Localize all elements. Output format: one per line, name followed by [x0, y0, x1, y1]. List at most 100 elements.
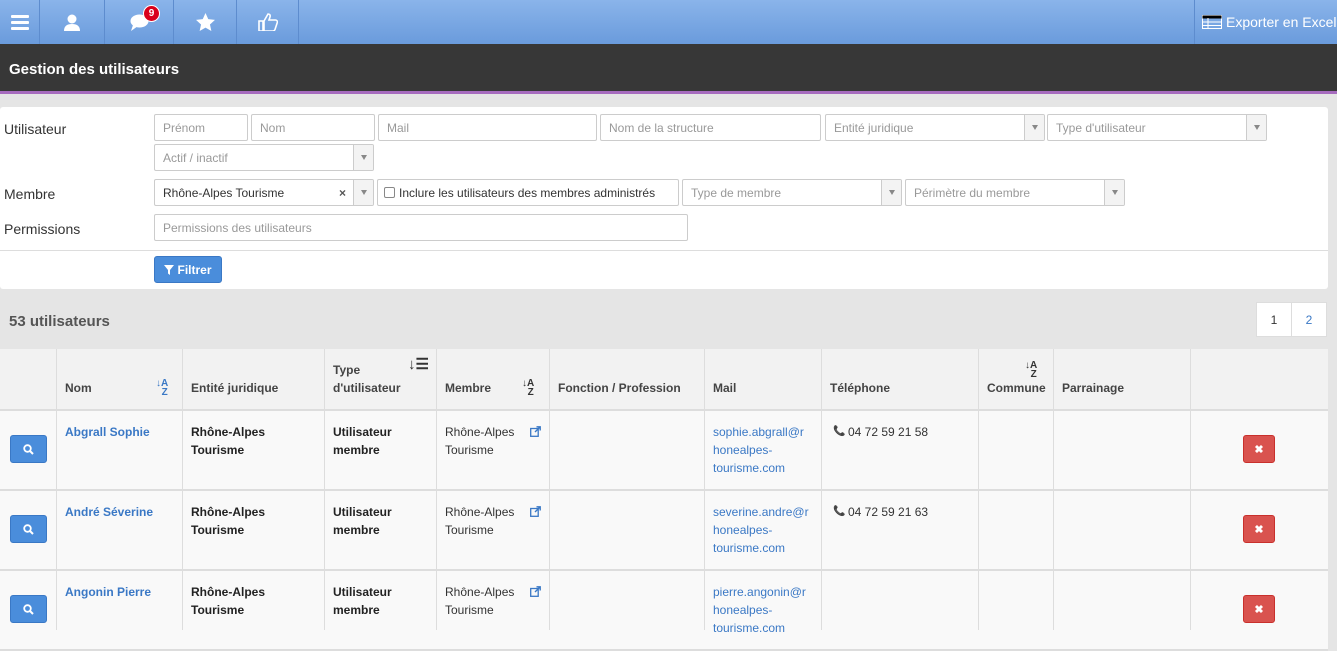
entite-cell: Rhône-Alpes [191, 585, 266, 599]
header-membre[interactable]: Membre [445, 381, 491, 395]
export-excel-button[interactable]: Exporter en Excel [1194, 0, 1337, 44]
view-user-button[interactable] [10, 515, 47, 543]
filter-button[interactable]: Filtrer [154, 256, 222, 283]
membre-select[interactable]: Rhône-Alpes Tourisme × [154, 179, 374, 206]
search-icon [23, 523, 34, 535]
permissions-label: Permissions [4, 221, 81, 237]
mail-link-line2[interactable]: honealpes- [713, 601, 772, 619]
membre-select-value: Rhône-Alpes Tourisme [163, 186, 285, 200]
type-cell: Utilisateur [333, 425, 392, 439]
messages-button[interactable]: 9 [105, 0, 174, 44]
perimetre-select[interactable]: Périmètre du membre [905, 179, 1125, 206]
user-icon [64, 14, 80, 31]
membre-cell: Rhône-Alpes [445, 505, 515, 519]
entite-select[interactable]: Entité juridique [825, 114, 1045, 141]
membre-cell-line2: Tourisme [445, 443, 494, 457]
menu-icon [10, 15, 29, 30]
delete-user-button[interactable]: ✖ [1243, 435, 1275, 463]
utilisateur-label: Utilisateur [4, 121, 67, 137]
header-type-line2[interactable]: d'utilisateur [333, 381, 401, 395]
sort-alpha-icon[interactable]: ↓A Z [156, 379, 168, 398]
close-icon: ✖ [1254, 443, 1264, 456]
entite-cell: Rhône-Alpes [191, 425, 266, 439]
delete-user-button[interactable]: ✖ [1243, 595, 1275, 623]
filters-panel: Utilisateur Membre Permissions Prénom No… [0, 107, 1328, 289]
header-type[interactable]: Type [333, 363, 360, 377]
close-icon: ✖ [1254, 603, 1264, 616]
delete-user-button[interactable]: ✖ [1243, 515, 1275, 543]
mail-link[interactable]: pierre.angonin@r [713, 583, 806, 601]
include-administered-label: Inclure les utilisateurs des membres adm… [399, 185, 656, 200]
external-link-icon[interactable] [530, 506, 541, 517]
search-icon [23, 443, 34, 455]
include-administered-checkbox[interactable]: Inclure les utilisateurs des membres adm… [377, 179, 679, 206]
mail-link-line3[interactable]: tourisme.com [713, 619, 785, 637]
export-label: Exporter en Excel [1226, 14, 1337, 30]
type-cell-line2: membre [333, 603, 380, 617]
column-divider [0, 349, 57, 630]
filters-divider [0, 250, 1328, 251]
telephone-cell: 04 72 59 21 63 [848, 505, 929, 519]
page-title-bar: Gestion des utilisateurs [0, 44, 1337, 94]
profile-button[interactable] [40, 0, 105, 44]
membre-cell-line2: Tourisme [445, 603, 494, 617]
view-user-button[interactable] [10, 435, 47, 463]
external-link-icon[interactable] [530, 426, 541, 437]
mail-input[interactable]: Mail [378, 114, 597, 141]
header-fonction[interactable]: Fonction / Profession [558, 381, 681, 395]
phone-icon: 📞 [833, 426, 846, 437]
permissions-input[interactable]: Permissions des utilisateurs [154, 214, 688, 241]
type-cell-line2: membre [333, 443, 380, 457]
thumbs-up-icon [257, 13, 278, 31]
membre-cell-line2: Tourisme [445, 523, 494, 537]
entite-cell-line2: Tourisme [191, 443, 245, 457]
mail-link-line2[interactable]: honealpes- [713, 441, 772, 459]
sort-amount-icon[interactable]: ↓☰ [408, 357, 429, 372]
chevron-down-icon [1024, 115, 1044, 140]
prenom-input[interactable]: Prénom [154, 114, 248, 141]
user-name-link[interactable]: Angonin Pierre [65, 583, 151, 601]
header-nom[interactable]: Nom [65, 381, 92, 395]
header-commune[interactable]: Commune [987, 381, 1046, 395]
structure-input[interactable]: Nom de la structure [600, 114, 821, 141]
chevron-down-icon [1246, 115, 1266, 140]
type-membre-select[interactable]: Type de membre [682, 179, 902, 206]
recommend-button[interactable] [237, 0, 299, 44]
mail-link[interactable]: severine.andre@r [713, 503, 809, 521]
user-name-link[interactable]: André Séverine [65, 503, 153, 521]
menu-button[interactable] [0, 0, 40, 44]
mail-link-line2[interactable]: honealpes- [713, 521, 772, 539]
checkbox-icon[interactable] [384, 187, 395, 198]
mail-link[interactable]: sophie.abgrall@r [713, 423, 804, 441]
view-user-button[interactable] [10, 595, 47, 623]
telephone-cell: 04 72 59 21 58 [848, 425, 929, 439]
membre-cell: Rhône-Alpes [445, 425, 515, 439]
mail-link-line3[interactable]: tourisme.com [713, 539, 785, 557]
header-mail[interactable]: Mail [713, 381, 736, 395]
chevron-down-icon [1104, 180, 1124, 205]
user-name-link[interactable]: Abgrall Sophie [65, 423, 150, 441]
favorites-button[interactable] [174, 0, 237, 44]
sort-alpha-icon[interactable]: ↓A Z [1025, 361, 1037, 380]
top-bar: 9 Exporter en Excel [0, 0, 1337, 44]
sort-alpha-icon[interactable]: ↓A Z [522, 379, 534, 398]
actif-select[interactable]: Actif / inactif [154, 144, 374, 171]
page-1-button[interactable]: 1 [1256, 302, 1292, 337]
perimetre-placeholder: Périmètre du membre [914, 186, 1031, 200]
external-link-icon[interactable] [530, 586, 541, 597]
header-parrainage[interactable]: Parrainage [1062, 381, 1124, 395]
header-entite[interactable]: Entité juridique [191, 381, 278, 395]
header-telephone[interactable]: Téléphone [830, 381, 890, 395]
mail-link-line3[interactable]: tourisme.com [713, 459, 785, 477]
nom-input[interactable]: Nom [251, 114, 375, 141]
type-utilisateur-select[interactable]: Type d'utilisateur [1047, 114, 1267, 141]
star-icon [195, 13, 215, 31]
type-membre-placeholder: Type de membre [691, 186, 782, 200]
type-utilisateur-placeholder: Type d'utilisateur [1056, 121, 1146, 135]
clear-icon[interactable]: × [339, 186, 346, 200]
actif-placeholder: Actif / inactif [163, 151, 228, 165]
page-2-button[interactable]: 2 [1291, 302, 1327, 337]
close-icon: ✖ [1254, 523, 1264, 536]
entite-cell-line2: Tourisme [191, 603, 245, 617]
phone-icon: 📞 [833, 506, 846, 517]
